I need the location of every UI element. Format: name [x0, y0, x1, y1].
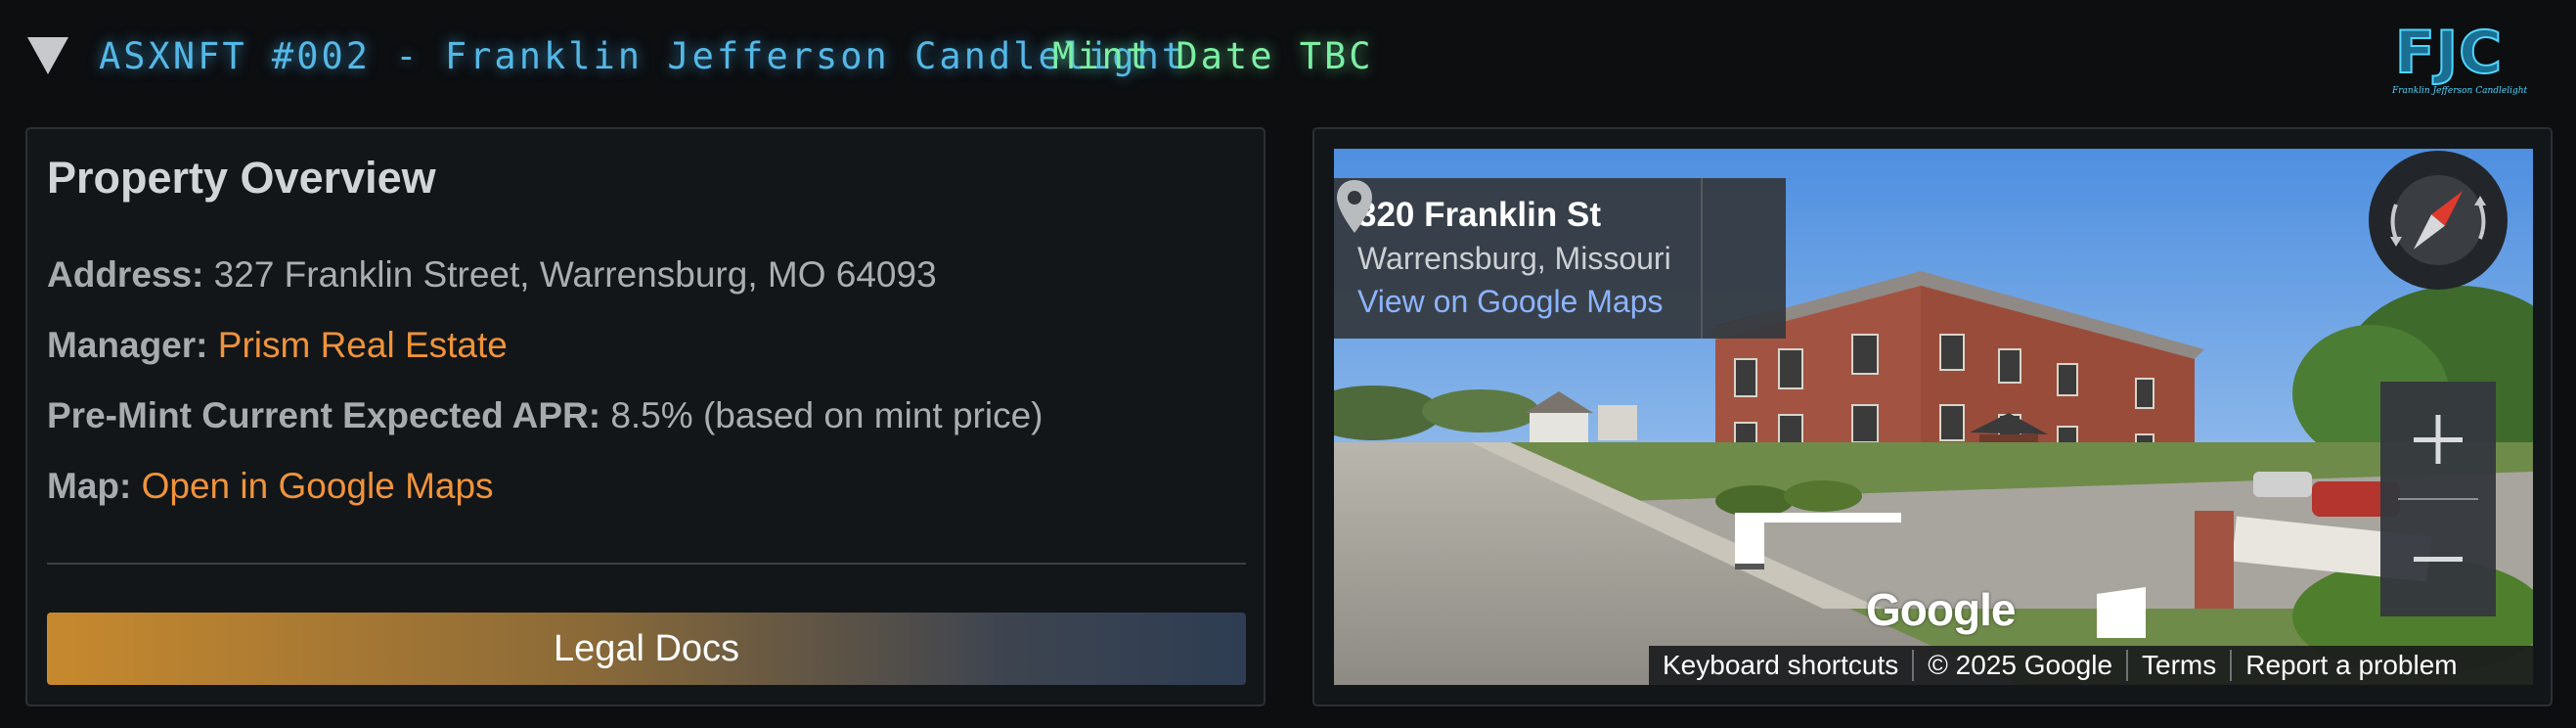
report-problem-link[interactable]: Report a problem: [2232, 650, 2470, 681]
divider: [47, 563, 1246, 565]
apr-value: 8.5% (based on mint price): [610, 395, 1044, 435]
property-overview-panel: Property Overview Address: 327 Franklin …: [25, 127, 1266, 706]
address-row: Address: 327 Franklin Street, Warrensbur…: [47, 254, 937, 296]
map-copyright: © 2025 Google: [1928, 650, 2113, 680]
logo-subtitle: Franklin Jefferson Candlelight: [2392, 86, 2528, 96]
zoom-controls: [2380, 382, 2496, 616]
google-logo: Google: [1866, 584, 2016, 635]
apr-label: Pre-Mint Current Expected APR:: [47, 395, 601, 435]
legal-docs-button[interactable]: Legal Docs: [47, 613, 1246, 685]
manager-label: Manager:: [47, 325, 208, 365]
zoom-in-icon[interactable]: [2380, 382, 2496, 497]
mint-date-label: Mint Date TBC: [1052, 35, 1374, 77]
address-value: 327 Franklin Street, Warrensburg, MO 640…: [213, 254, 937, 295]
map-label: Map:: [47, 466, 132, 506]
zoom-out-icon[interactable]: [2380, 501, 2496, 616]
street-view-panel: 320 Franklin St Warrensburg, Missouri Vi…: [1312, 127, 2553, 706]
street-view-embed[interactable]: 320 Franklin St Warrensburg, Missouri Vi…: [1334, 149, 2533, 685]
view-on-google-maps-link[interactable]: View on Google Maps: [1357, 284, 1663, 320]
manager-row: Manager: Prism Real Estate: [47, 325, 508, 366]
address-label: Address:: [47, 254, 204, 295]
compass-icon[interactable]: [2369, 151, 2508, 290]
apr-row: Pre-Mint Current Expected APR: 8.5% (bas…: [47, 395, 1044, 436]
card-separator: [1701, 178, 1703, 339]
map-pin-icon[interactable]: [1334, 178, 1375, 235]
nft-title: ASXNFT #002 - Franklin Jefferson Candlel…: [99, 35, 1187, 77]
collapse-triangle-icon[interactable]: [27, 37, 68, 74]
open-google-maps-link[interactable]: Open in Google Maps: [142, 466, 494, 506]
map-footer: Keyboard shortcuts © 2025 Google Terms R…: [1649, 646, 2533, 685]
header-bar: ASXNFT #002 - Franklin Jefferson Candlel…: [0, 0, 2576, 117]
street-view-city: Warrensburg, Missouri: [1357, 241, 1671, 276]
fjc-logo: FJC Franklin Jefferson Candlelight: [2392, 19, 2528, 100]
map-row: Map: Open in Google Maps: [47, 466, 494, 507]
logo-letters: FJC: [2394, 19, 2504, 87]
zoom-separator: [2398, 498, 2478, 500]
keyboard-shortcuts-link[interactable]: Keyboard shortcuts: [1649, 650, 1912, 681]
street-view-street: 320 Franklin St: [1357, 196, 1601, 234]
panel-title: Property Overview: [47, 153, 436, 203]
terms-link[interactable]: Terms: [2128, 650, 2230, 681]
manager-link[interactable]: Prism Real Estate: [218, 325, 508, 365]
street-view-address-card: 320 Franklin St Warrensburg, Missouri Vi…: [1334, 178, 1786, 339]
